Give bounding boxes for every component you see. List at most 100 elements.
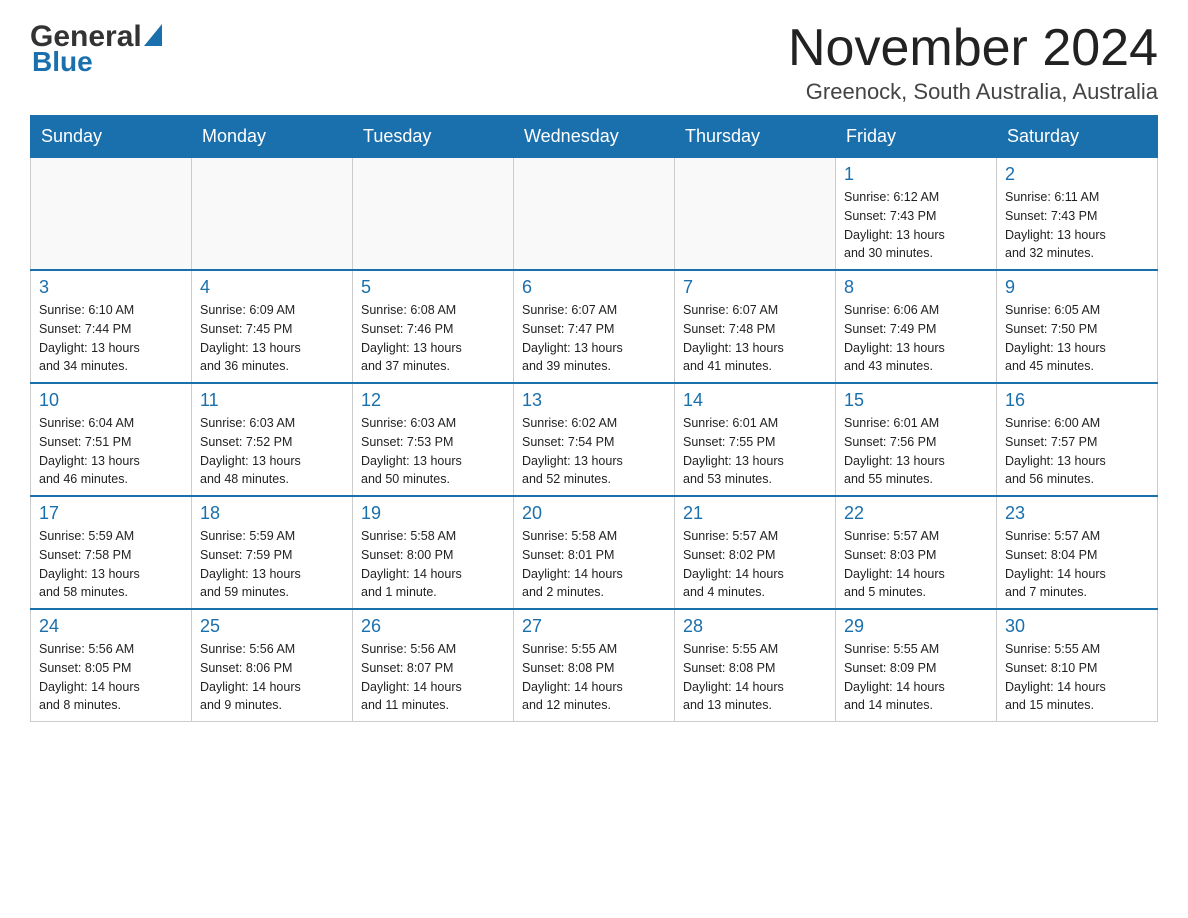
- calendar-cell: 26 Sunrise: 5:56 AM Sunset: 8:07 PM Dayli…: [353, 609, 514, 722]
- calendar-cell: 2 Sunrise: 6:11 AM Sunset: 7:43 PM Daylig…: [997, 158, 1158, 271]
- day-number: 7: [683, 277, 827, 298]
- calendar-cell: 6Sunrise: 6:07 AM Sunset: 7:47 PM Daylig…: [514, 270, 675, 383]
- calendar-cell: 10 Sunrise: 6:04 AM Sunset: 7:51 PM Dayli…: [31, 383, 192, 496]
- day-number: 24: [39, 616, 183, 637]
- day-number: 19: [361, 503, 505, 524]
- day-info: Sunrise: 6:08 AM Sunset: 7:46 PM Dayligh…: [361, 301, 505, 376]
- col-friday: Friday: [836, 116, 997, 158]
- col-sunday: Sunday: [31, 116, 192, 158]
- calendar-cell: 16 Sunrise: 6:00 AM Sunset: 7:57 PM Dayli…: [997, 383, 1158, 496]
- calendar-cell: 8 Sunrise: 6:06 AM Sunset: 7:49 PM Daylig…: [836, 270, 997, 383]
- day-number: 15: [844, 390, 988, 411]
- calendar-cell: 22 Sunrise: 5:57 AM Sunset: 8:03 PM Dayli…: [836, 496, 997, 609]
- day-info: Sunrise: 6:10 AM Sunset: 7:44 PM Dayligh…: [39, 301, 183, 376]
- calendar-week-3: 10 Sunrise: 6:04 AM Sunset: 7:51 PM Dayli…: [31, 383, 1158, 496]
- calendar-cell: 19 Sunrise: 5:58 AM Sunset: 8:00 PM Dayli…: [353, 496, 514, 609]
- calendar-cell: 24 Sunrise: 5:56 AM Sunset: 8:05 PM Dayli…: [31, 609, 192, 722]
- title-block: November 2024 Greenock, South Australia,…: [788, 20, 1158, 105]
- col-wednesday: Wednesday: [514, 116, 675, 158]
- day-info: Sunrise: 6:12 AM Sunset: 7:43 PM Dayligh…: [844, 188, 988, 263]
- day-info: Sunrise: 6:03 AM Sunset: 7:52 PM Dayligh…: [200, 414, 344, 489]
- day-info: Sunrise: 6:04 AM Sunset: 7:51 PM Dayligh…: [39, 414, 183, 489]
- calendar-header-row: Sunday Monday Tuesday Wednesday Thursday…: [31, 116, 1158, 158]
- day-number: 8: [844, 277, 988, 298]
- calendar-cell: 4Sunrise: 6:09 AM Sunset: 7:45 PM Daylig…: [192, 270, 353, 383]
- day-number: 17: [39, 503, 183, 524]
- day-info: Sunrise: 5:59 AM Sunset: 7:59 PM Dayligh…: [200, 527, 344, 602]
- day-info: Sunrise: 6:06 AM Sunset: 7:49 PM Dayligh…: [844, 301, 988, 376]
- day-number: 16: [1005, 390, 1149, 411]
- calendar-cell: 15 Sunrise: 6:01 AM Sunset: 7:56 PM Dayli…: [836, 383, 997, 496]
- logo-triangle-icon: [144, 24, 162, 46]
- day-info: Sunrise: 6:01 AM Sunset: 7:56 PM Dayligh…: [844, 414, 988, 489]
- day-info: Sunrise: 5:57 AM Sunset: 8:04 PM Dayligh…: [1005, 527, 1149, 602]
- day-info: Sunrise: 5:56 AM Sunset: 8:06 PM Dayligh…: [200, 640, 344, 715]
- day-number: 26: [361, 616, 505, 637]
- calendar-cell: 21Sunrise: 5:57 AM Sunset: 8:02 PM Dayli…: [675, 496, 836, 609]
- calendar-cell: 12 Sunrise: 6:03 AM Sunset: 7:53 PM Dayli…: [353, 383, 514, 496]
- day-number: 3: [39, 277, 183, 298]
- day-info: Sunrise: 5:55 AM Sunset: 8:09 PM Dayligh…: [844, 640, 988, 715]
- calendar-cell: 20Sunrise: 5:58 AM Sunset: 8:01 PM Dayli…: [514, 496, 675, 609]
- calendar-cell: 9Sunrise: 6:05 AM Sunset: 7:50 PM Daylig…: [997, 270, 1158, 383]
- day-info: Sunrise: 6:07 AM Sunset: 7:48 PM Dayligh…: [683, 301, 827, 376]
- day-number: 4: [200, 277, 344, 298]
- day-info: Sunrise: 5:56 AM Sunset: 8:05 PM Dayligh…: [39, 640, 183, 715]
- day-number: 29: [844, 616, 988, 637]
- day-info: Sunrise: 6:02 AM Sunset: 7:54 PM Dayligh…: [522, 414, 666, 489]
- day-number: 1: [844, 164, 988, 185]
- day-number: 2: [1005, 164, 1149, 185]
- calendar-cell: [675, 158, 836, 271]
- calendar-week-2: 3 Sunrise: 6:10 AM Sunset: 7:44 PM Daylig…: [31, 270, 1158, 383]
- calendar-week-4: 17 Sunrise: 5:59 AM Sunset: 7:58 PM Dayli…: [31, 496, 1158, 609]
- day-number: 28: [683, 616, 827, 637]
- calendar-table: Sunday Monday Tuesday Wednesday Thursday…: [30, 115, 1158, 722]
- calendar-cell: 13 Sunrise: 6:02 AM Sunset: 7:54 PM Dayli…: [514, 383, 675, 496]
- col-saturday: Saturday: [997, 116, 1158, 158]
- calendar-week-5: 24 Sunrise: 5:56 AM Sunset: 8:05 PM Dayli…: [31, 609, 1158, 722]
- day-info: Sunrise: 5:59 AM Sunset: 7:58 PM Dayligh…: [39, 527, 183, 602]
- day-info: Sunrise: 6:03 AM Sunset: 7:53 PM Dayligh…: [361, 414, 505, 489]
- page-subtitle: Greenock, South Australia, Australia: [788, 79, 1158, 105]
- day-number: 12: [361, 390, 505, 411]
- day-info: Sunrise: 5:56 AM Sunset: 8:07 PM Dayligh…: [361, 640, 505, 715]
- calendar-cell: 3 Sunrise: 6:10 AM Sunset: 7:44 PM Daylig…: [31, 270, 192, 383]
- calendar-cell: [31, 158, 192, 271]
- day-number: 5: [361, 277, 505, 298]
- day-info: Sunrise: 5:58 AM Sunset: 8:01 PM Dayligh…: [522, 527, 666, 602]
- day-info: Sunrise: 5:57 AM Sunset: 8:03 PM Dayligh…: [844, 527, 988, 602]
- calendar-week-1: 1 Sunrise: 6:12 AM Sunset: 7:43 PM Daylig…: [31, 158, 1158, 271]
- day-number: 10: [39, 390, 183, 411]
- day-info: Sunrise: 5:58 AM Sunset: 8:00 PM Dayligh…: [361, 527, 505, 602]
- calendar-cell: 17 Sunrise: 5:59 AM Sunset: 7:58 PM Dayli…: [31, 496, 192, 609]
- day-number: 18: [200, 503, 344, 524]
- day-info: Sunrise: 6:07 AM Sunset: 7:47 PM Dayligh…: [522, 301, 666, 376]
- day-number: 14: [683, 390, 827, 411]
- calendar-cell: 29 Sunrise: 5:55 AM Sunset: 8:09 PM Dayli…: [836, 609, 997, 722]
- day-number: 25: [200, 616, 344, 637]
- day-info: Sunrise: 6:01 AM Sunset: 7:55 PM Dayligh…: [683, 414, 827, 489]
- day-number: 13: [522, 390, 666, 411]
- calendar-cell: 27 Sunrise: 5:55 AM Sunset: 8:08 PM Dayli…: [514, 609, 675, 722]
- calendar-cell: 30Sunrise: 5:55 AM Sunset: 8:10 PM Dayli…: [997, 609, 1158, 722]
- col-thursday: Thursday: [675, 116, 836, 158]
- day-number: 23: [1005, 503, 1149, 524]
- calendar-cell: 28 Sunrise: 5:55 AM Sunset: 8:08 PM Dayli…: [675, 609, 836, 722]
- calendar-cell: 18 Sunrise: 5:59 AM Sunset: 7:59 PM Dayli…: [192, 496, 353, 609]
- col-tuesday: Tuesday: [353, 116, 514, 158]
- day-info: Sunrise: 5:55 AM Sunset: 8:08 PM Dayligh…: [522, 640, 666, 715]
- calendar-cell: 25 Sunrise: 5:56 AM Sunset: 8:06 PM Dayli…: [192, 609, 353, 722]
- calendar-cell: [353, 158, 514, 271]
- day-info: Sunrise: 6:00 AM Sunset: 7:57 PM Dayligh…: [1005, 414, 1149, 489]
- logo: General Blue: [30, 20, 162, 78]
- day-info: Sunrise: 5:57 AM Sunset: 8:02 PM Dayligh…: [683, 527, 827, 602]
- day-number: 27: [522, 616, 666, 637]
- calendar-cell: [514, 158, 675, 271]
- calendar-cell: [192, 158, 353, 271]
- day-number: 22: [844, 503, 988, 524]
- day-info: Sunrise: 6:11 AM Sunset: 7:43 PM Dayligh…: [1005, 188, 1149, 263]
- day-number: 11: [200, 390, 344, 411]
- day-number: 30: [1005, 616, 1149, 637]
- day-info: Sunrise: 5:55 AM Sunset: 8:08 PM Dayligh…: [683, 640, 827, 715]
- calendar-cell: 5 Sunrise: 6:08 AM Sunset: 7:46 PM Daylig…: [353, 270, 514, 383]
